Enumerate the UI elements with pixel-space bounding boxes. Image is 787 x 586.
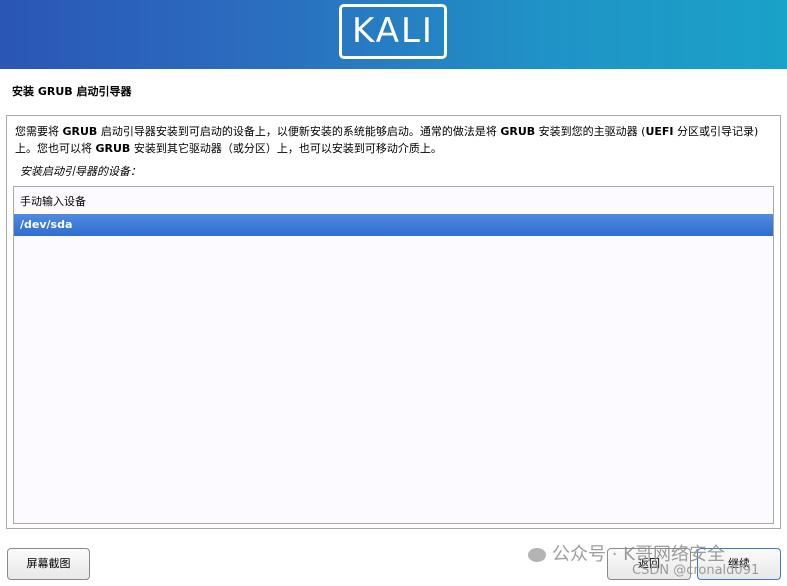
- csdn-watermark: CSDN @cronald091: [632, 563, 760, 578]
- kali-banner: KALI: [0, 0, 787, 69]
- wechat-icon: [528, 548, 546, 562]
- screenshot-button[interactable]: 屏幕截图: [7, 548, 90, 580]
- kali-logo: KALI: [339, 4, 447, 59]
- page-title: 安装 GRUB 启动引导器: [12, 85, 132, 98]
- description-text: 您需要将 GRUB 启动引导器安装到可启动的设备上，以便新安装的系统能够启动。通…: [15, 125, 759, 155]
- list-item-dev-sda[interactable]: /dev/sda: [14, 214, 773, 236]
- watermark-text: 公众号 · K哥网络安全: [552, 544, 725, 565]
- device-prompt: 安装启动引导器的设备：: [20, 165, 141, 178]
- list-item-manual-entry[interactable]: 手动输入设备: [14, 191, 773, 213]
- device-list[interactable]: 手动输入设备 /dev/sda: [13, 186, 774, 524]
